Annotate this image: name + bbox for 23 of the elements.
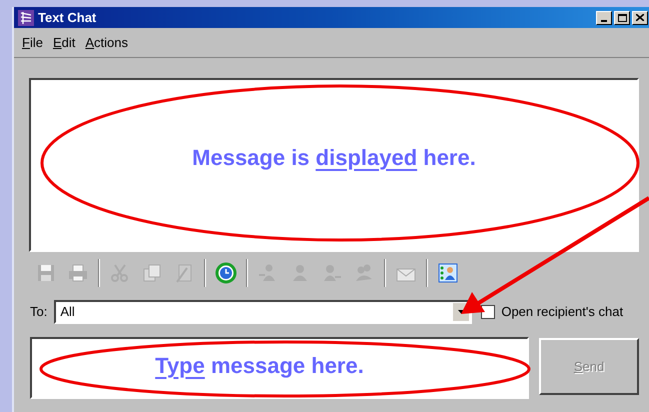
contact-card-icon (437, 262, 459, 284)
maximize-icon (618, 14, 626, 22)
window-title: Text Chat (38, 8, 96, 27)
close-button[interactable] (632, 10, 648, 24)
clock-icon (215, 262, 237, 284)
checkbox[interactable] (481, 305, 496, 319)
menu-item[interactable]: File (22, 32, 43, 52)
minimize-button[interactable] (596, 10, 612, 24)
minimize-icon (601, 20, 607, 22)
annotation-text: Type message here. (155, 352, 364, 380)
close-icon (636, 14, 644, 21)
copy-icon (141, 262, 163, 284)
to-label: To: (30, 303, 48, 322)
app-logo-icon (18, 10, 34, 26)
recipient-value: All (60, 303, 76, 322)
printer-icon (67, 262, 89, 284)
menu-item[interactable]: Edit (52, 32, 76, 52)
annotation-text: Message is displayed here. (192, 144, 476, 172)
message-input-field[interactable]: Type message here. (30, 337, 529, 399)
menu-item[interactable]: Actions (85, 32, 128, 52)
checkbox-label[interactable]: Open recipient's chat (501, 302, 624, 322)
recipient-dropdown[interactable]: All (54, 300, 472, 324)
maximize-button[interactable] (614, 10, 630, 24)
